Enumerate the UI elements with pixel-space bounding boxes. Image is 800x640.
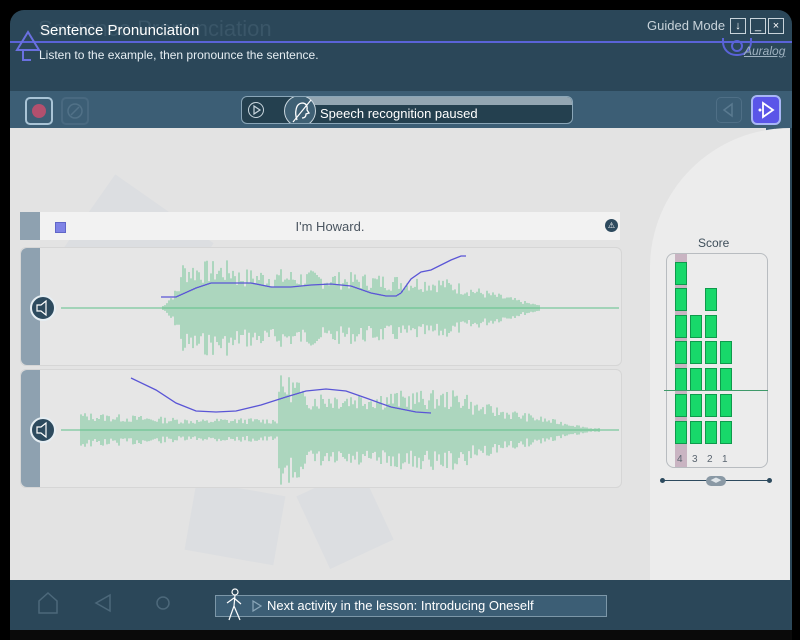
score-bar-cell <box>690 420 702 444</box>
play-arrow-icon <box>252 600 262 612</box>
score-column-label: 4 <box>677 454 683 465</box>
score-bar-cell <box>705 288 717 311</box>
speaker-icon[interactable] <box>30 417 56 443</box>
page-title: Sentence Pronunciation <box>40 22 200 39</box>
score-bar-cell <box>705 314 717 338</box>
model-waveform <box>61 255 619 356</box>
walking-person-icon <box>226 588 242 621</box>
score-bar-cell <box>675 420 687 444</box>
score-threshold-line <box>664 390 768 391</box>
score-bar-cell <box>675 394 687 417</box>
score-column-label: 1 <box>722 454 728 465</box>
close-button[interactable]: × <box>768 18 784 34</box>
score-column-label: 3 <box>692 454 698 465</box>
edit-button[interactable] <box>61 97 89 125</box>
score-bar-cell <box>690 341 702 364</box>
score-bar-cell <box>690 394 702 417</box>
score-bar-cell <box>675 314 687 338</box>
speech-recognition-icon[interactable] <box>284 97 316 123</box>
download-button[interactable]: ↓ <box>730 18 746 34</box>
previous-icon <box>722 102 733 118</box>
record-icon <box>32 104 46 118</box>
score-slider-thumb[interactable]: ◀▶ <box>706 476 726 486</box>
score-column-label: 2 <box>707 454 713 465</box>
up-arrow-icon[interactable] <box>15 30 41 62</box>
exercise-area: I'm Howard. ⚠ Score 4321 ◀▶ <box>10 128 790 580</box>
footer: Next activity in the lesson: Introducing… <box>10 580 792 630</box>
next-activity-text: Next activity in the lesson: Introducing… <box>267 598 534 613</box>
score-bar-cell <box>720 394 732 417</box>
speech-status-panel: Speech recognition paused <box>241 96 573 124</box>
previous-button[interactable] <box>716 97 742 123</box>
score-bar-cell <box>675 367 687 391</box>
footer-edge <box>10 630 792 640</box>
app-window: Sentence Pronunciation Sentence Pronunci… <box>10 10 792 640</box>
score-bar-cell <box>720 341 732 364</box>
speaker-icon[interactable] <box>30 295 56 321</box>
score-bar-cell <box>720 420 732 444</box>
sentence-bar: I'm Howard. ⚠ <box>20 212 620 240</box>
brand-logo: Auralog <box>744 44 786 58</box>
slider-end-dot <box>767 478 772 483</box>
mode-knob-dot <box>731 40 743 52</box>
background-decoration <box>184 480 286 566</box>
home-icon[interactable] <box>35 590 61 616</box>
play-icon[interactable] <box>248 102 264 118</box>
tools-icon[interactable] <box>150 590 176 616</box>
user-recording-panel <box>20 369 622 488</box>
score-bar-cell <box>675 288 687 311</box>
user-waveform <box>61 375 619 485</box>
score-meter: 4321 <box>666 253 768 468</box>
slider-end-dot <box>660 478 665 483</box>
score-bar-cell <box>690 314 702 338</box>
back-icon[interactable] <box>90 590 116 616</box>
status-meter <box>302 97 572 105</box>
guided-mode-label[interactable]: Guided Mode <box>647 18 725 33</box>
score-bar-cell <box>675 341 687 364</box>
toolbar: Speech recognition paused <box>10 91 792 128</box>
model-recording-panel <box>20 247 622 366</box>
score-bar-cell <box>720 367 732 391</box>
score-bar-cell <box>705 420 717 444</box>
score-bar-cell <box>705 341 717 364</box>
score-bar-cell <box>690 367 702 391</box>
status-text: Speech recognition paused <box>320 106 478 121</box>
instruction-text: Listen to the example, then pronounce th… <box>39 48 319 62</box>
title-divider <box>10 41 792 43</box>
next-button[interactable] <box>751 95 781 125</box>
next-activity-button[interactable]: Next activity in the lesson: Introducing… <box>215 588 607 621</box>
score-label: Score <box>698 236 730 250</box>
next-icon <box>758 101 775 119</box>
edit-icon <box>67 103 83 119</box>
score-bar-cell <box>705 367 717 391</box>
record-button[interactable] <box>25 97 53 125</box>
warning-icon[interactable]: ⚠ <box>605 219 618 232</box>
minimize-button[interactable]: _ <box>750 18 766 34</box>
score-bar-cell <box>675 261 687 285</box>
sentence-text: I'm Howard. <box>295 219 365 234</box>
score-bar-cell <box>705 394 717 417</box>
